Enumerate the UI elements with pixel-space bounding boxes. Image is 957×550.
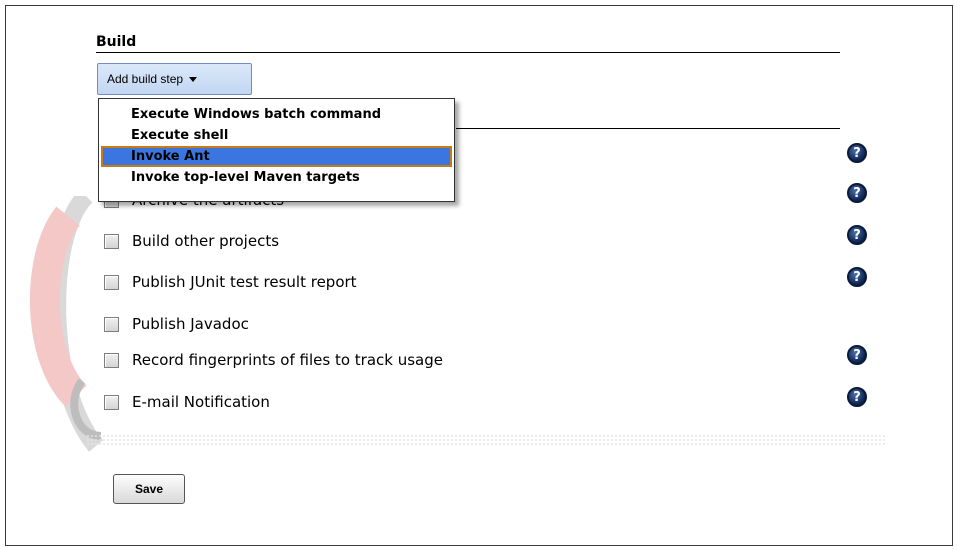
build-other-projects-checkbox[interactable]	[104, 233, 119, 249]
publish-junit-checkbox[interactable]	[104, 274, 119, 290]
publish-javadoc-label: Publish Javadoc	[132, 315, 249, 333]
menu-item-execute-shell[interactable]: Execute shell	[101, 125, 452, 146]
list-item-publish-javadoc: Publish Javadoc	[104, 315, 249, 333]
build-other-projects-label: Build other projects	[132, 232, 280, 250]
help-icon[interactable]: ?	[847, 345, 867, 365]
list-item-publish-junit: Publish JUnit test result report	[104, 273, 357, 291]
help-icon[interactable]: ?	[847, 143, 867, 163]
help-icon[interactable]: ?	[847, 387, 867, 407]
help-icon[interactable]: ?	[847, 225, 867, 245]
list-item-email-notification: E-mail Notification	[104, 393, 270, 411]
post-build-divider	[456, 128, 840, 129]
menu-item-execute-windows-batch[interactable]: Execute Windows batch command	[101, 104, 452, 125]
page-frame: Build Add build step Execute Windows bat…	[5, 5, 953, 546]
email-notification-label: E-mail Notification	[132, 393, 270, 411]
list-item-record-fingerprints: Record fingerprints of files to track us…	[104, 351, 443, 369]
add-build-step-button[interactable]: Add build step	[97, 63, 252, 95]
build-section-title: Build	[96, 34, 137, 50]
publish-junit-label: Publish JUnit test result report	[132, 273, 357, 291]
caret-down-icon	[189, 76, 198, 82]
record-fingerprints-checkbox[interactable]	[104, 352, 119, 368]
menu-item-invoke-ant[interactable]: Invoke Ant	[101, 146, 452, 167]
add-build-step-label: Add build step	[107, 72, 184, 86]
record-fingerprints-label: Record fingerprints of files to track us…	[132, 351, 443, 369]
list-item-build-other-projects: Build other projects	[104, 232, 279, 250]
build-section-divider	[96, 52, 840, 53]
publish-javadoc-checkbox[interactable]	[104, 316, 119, 332]
save-button[interactable]: Save	[113, 474, 185, 504]
section-separator	[86, 434, 886, 446]
help-icon[interactable]: ?	[847, 267, 867, 287]
help-icon[interactable]: ?	[847, 183, 867, 203]
build-step-dropdown-menu: Execute Windows batch command Execute sh…	[98, 98, 455, 202]
email-notification-checkbox[interactable]	[104, 394, 119, 410]
menu-item-invoke-maven[interactable]: Invoke top-level Maven targets	[101, 167, 452, 188]
